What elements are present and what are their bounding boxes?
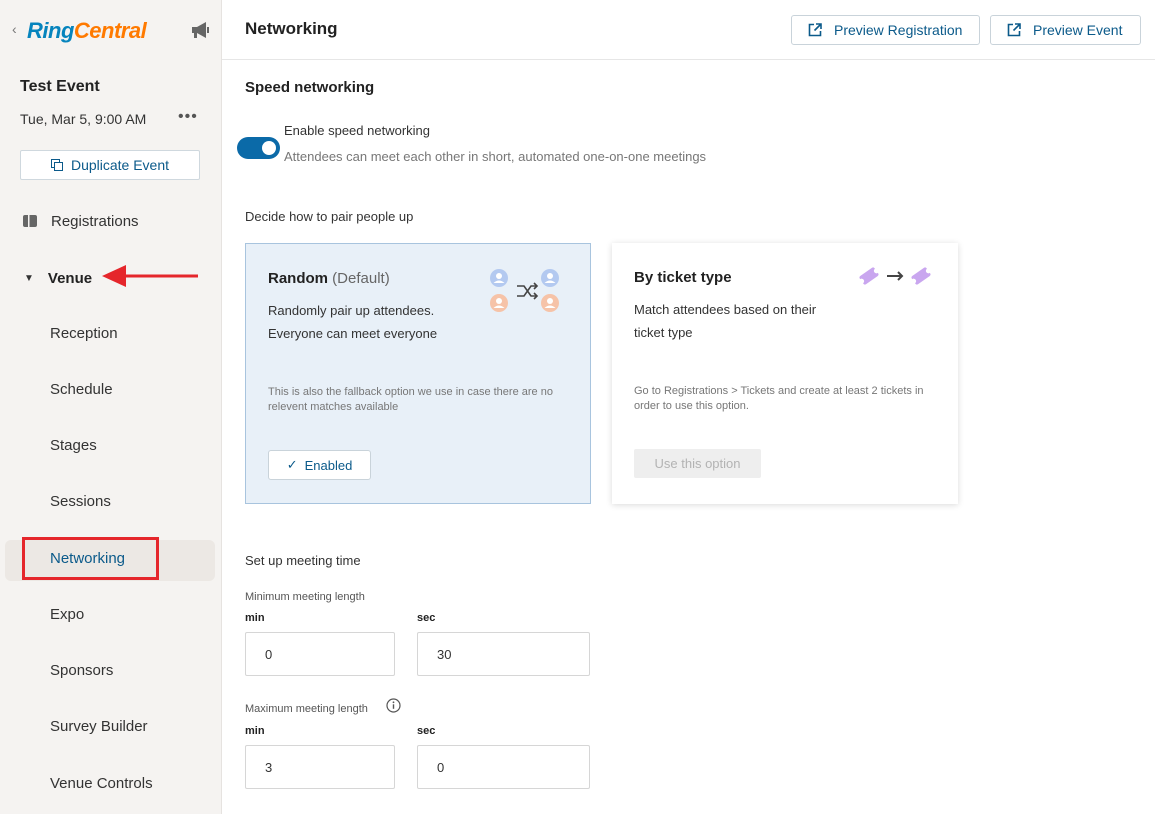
speed-networking-toggle[interactable]: [237, 137, 280, 159]
pairing-label: Decide how to pair people up: [245, 209, 414, 224]
back-chevron-icon[interactable]: ‹: [12, 21, 17, 37]
preview-registration-label: Preview Registration: [834, 22, 963, 38]
duplicate-event-label: Duplicate Event: [70, 157, 170, 173]
sidebar-item-schedule[interactable]: Schedule: [50, 381, 113, 398]
min-length-minutes-input[interactable]: [245, 632, 395, 676]
sidebar-item-sponsors[interactable]: Sponsors: [50, 662, 113, 679]
sidebar-item-sessions[interactable]: Sessions: [50, 493, 111, 510]
main-content: Speed networking Enable speed networking…: [222, 60, 1155, 814]
unit-min-label: min: [245, 725, 265, 737]
page-title: Networking: [245, 19, 338, 38]
random-pairing-card[interactable]: Random (Default) Randomly pair up attend…: [245, 243, 591, 504]
annotation-arrow: [102, 265, 198, 287]
megaphone-icon[interactable]: [190, 20, 212, 40]
max-length-seconds-input[interactable]: [417, 745, 590, 789]
toggle-description: Attendees can meet each other in short, …: [284, 149, 707, 164]
sidebar-item-survey-builder[interactable]: Survey Builder: [50, 718, 148, 735]
enabled-label: Enabled: [304, 457, 353, 473]
preview-event-button[interactable]: Preview Event: [990, 15, 1141, 45]
ticket-to-ticket-icon: [859, 267, 931, 285]
card-title: Random (Default): [268, 270, 390, 287]
max-length-label: Maximum meeting length: [245, 703, 368, 715]
card-note: This is also the fallback option we use …: [268, 386, 553, 413]
min-length-seconds-input[interactable]: [417, 632, 590, 676]
sidebar-item-expo[interactable]: Expo: [50, 606, 84, 623]
preview-event-label: Preview Event: [1033, 22, 1123, 38]
logo-row: ‹ RingCentral: [10, 18, 215, 44]
unit-min-label: min: [245, 612, 265, 624]
unit-sec-label: sec: [417, 725, 436, 737]
brand-logo[interactable]: RingCentral: [27, 18, 147, 44]
card-description: Match attendees based on their ticket ty…: [634, 302, 817, 340]
unit-sec-label: sec: [417, 612, 436, 624]
sidebar-item-label: Registrations: [51, 212, 139, 230]
max-length-minutes-input[interactable]: [245, 745, 395, 789]
check-icon: ✓: [286, 457, 298, 472]
enabled-button[interactable]: ✓ Enabled: [268, 450, 371, 480]
ticket-icon: [23, 215, 37, 227]
ticket-pairing-card[interactable]: By ticket type Match attendees based on …: [612, 243, 958, 504]
sidebar-item-stages[interactable]: Stages: [50, 437, 97, 454]
toggle-label: Enable speed networking: [284, 123, 430, 138]
copy-icon: [50, 159, 63, 171]
sidebar-item-registrations[interactable]: Registrations: [0, 203, 222, 239]
sidebar-item-label: Venue: [47, 269, 93, 287]
more-options-icon[interactable]: •••: [178, 108, 198, 126]
sidebar: ‹ RingCentral Test Event Tue, Mar 5, 9:0…: [0, 0, 222, 814]
external-link-icon: [808, 23, 822, 37]
duplicate-event-button[interactable]: Duplicate Event: [20, 150, 200, 180]
speed-networking-title: Speed networking: [245, 79, 375, 96]
shuffle-people-icon: [490, 269, 559, 312]
card-note: Go to Registrations > Tickets and create…: [634, 385, 924, 412]
event-date: Tue, Mar 5, 9:00 AM: [20, 111, 147, 127]
card-description: Randomly pair up attendees. Everyone can…: [268, 303, 438, 341]
caret-down-icon: ▼: [24, 272, 34, 284]
preview-registration-button[interactable]: Preview Registration: [791, 15, 980, 45]
sidebar-item-reception[interactable]: Reception: [50, 325, 118, 342]
event-title: Test Event: [20, 78, 100, 95]
default-tag: (Default): [332, 270, 390, 287]
card-title: By ticket type: [634, 269, 732, 286]
toggle-knob: [262, 141, 276, 155]
min-length-label: Minimum meeting length: [245, 591, 365, 603]
annotation-highlight-box: [22, 537, 159, 580]
info-icon[interactable]: [386, 698, 401, 713]
external-link-icon: [1007, 23, 1021, 37]
use-this-option-button[interactable]: Use this option: [634, 449, 761, 478]
sidebar-item-venue-controls[interactable]: Venue Controls: [50, 775, 153, 792]
page-header: Networking Preview Registration Preview …: [222, 0, 1155, 60]
meeting-time-title: Set up meeting time: [245, 553, 361, 568]
